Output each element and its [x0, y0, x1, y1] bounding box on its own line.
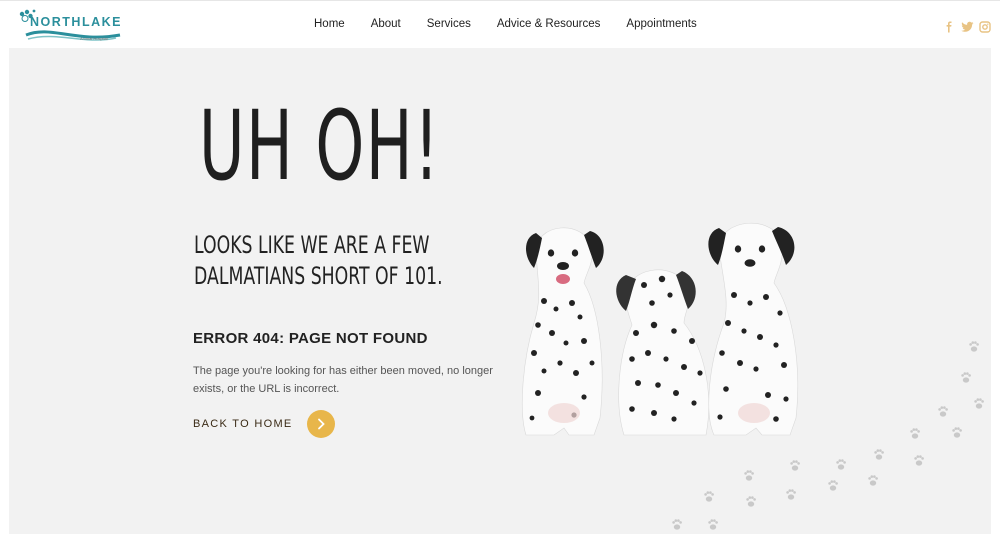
back-to-home-link[interactable]: BACK TO HOME — [193, 410, 335, 438]
error-subheadline-line-2: dalmatians short of 101. — [194, 262, 443, 291]
logo[interactable]: NORTHLAKE Animal Hospital — [16, 7, 128, 43]
facebook-icon[interactable] — [943, 18, 955, 33]
instagram-icon[interactable] — [979, 18, 991, 33]
site-header: NORTHLAKE Animal Hospital Home About Ser… — [0, 0, 1000, 48]
logo-tagline: Animal Hospital — [80, 36, 108, 41]
back-to-home-button[interactable] — [306, 410, 335, 438]
nav-item-appointments[interactable]: Appointments — [626, 18, 696, 30]
nav-item-advice-resources[interactable]: Advice & Resources — [497, 18, 601, 30]
nav-item-home[interactable]: Home — [314, 18, 345, 30]
error-description: The page you're looking for has either b… — [193, 365, 493, 395]
twitter-icon[interactable] — [961, 18, 974, 32]
error-subheadline-line-1: Looks like we are a few — [194, 231, 430, 259]
puppy-left-illustration — [521, 227, 604, 436]
nav-item-about[interactable]: About — [371, 18, 401, 30]
chevron-right-icon — [317, 418, 325, 430]
social-links — [943, 18, 991, 33]
error-title: ERROR 404: PAGE NOT FOUND — [193, 330, 428, 347]
error-subheadline: Looks like we are a few dalmatians short… — [194, 230, 443, 292]
nav-item-services[interactable]: Services — [427, 18, 471, 30]
paw-prints-decoration — [672, 341, 984, 530]
error-headline: Uh oh! — [199, 90, 441, 202]
main-nav: Home About Services Advice & Resources A… — [314, 18, 723, 30]
error-hero: Uh oh! Looks like we are a few dalmatian… — [9, 48, 991, 534]
back-to-home-label: BACK TO HOME — [193, 418, 293, 430]
logo-text: NORTHLAKE — [30, 15, 122, 29]
